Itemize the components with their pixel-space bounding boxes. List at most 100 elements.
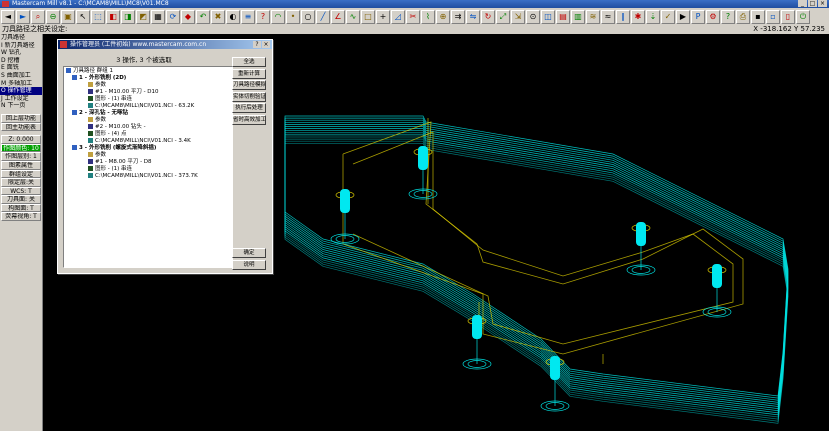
pocket-icon[interactable]: ▤ bbox=[556, 9, 570, 24]
operation-3[interactable]: 3 - 外形铣削 (螺旋式渐降斜插) bbox=[72, 145, 156, 152]
rotate-icon[interactable]: ↻ bbox=[481, 9, 495, 24]
operation-2-params[interactable]: 参数 bbox=[88, 117, 106, 124]
exit-icon[interactable]: ⏻ bbox=[796, 9, 810, 24]
menu-item-9[interactable]: N 下一页 bbox=[0, 102, 42, 110]
layer-icon[interactable]: ≡ bbox=[241, 9, 255, 24]
curve-icon[interactable]: ∿ bbox=[346, 9, 360, 24]
status-item-9[interactable]: 荧幕视角: T bbox=[1, 212, 41, 222]
radial-icon[interactable]: ✱ bbox=[631, 9, 645, 24]
status-item-5[interactable]: 限定层:关 bbox=[1, 178, 41, 187]
scale-icon[interactable]: ⤢ bbox=[496, 9, 510, 24]
status-item-2[interactable]: 作图层别: 1 bbox=[1, 152, 41, 161]
post-button[interactable]: 执行后处理 bbox=[232, 103, 266, 113]
cube-side-icon[interactable]: ◩ bbox=[136, 9, 150, 24]
menu-item-8[interactable]: J 工作设定 bbox=[0, 95, 42, 103]
select-all-button[interactable]: 全选 bbox=[232, 57, 266, 67]
line-icon[interactable]: ╱ bbox=[316, 9, 330, 24]
arc-icon[interactable]: ◠ bbox=[271, 9, 285, 24]
menu-item-1[interactable]: I 新刀具路径 bbox=[0, 42, 42, 50]
backplot-button[interactable]: 刀具路径模拟 bbox=[232, 80, 266, 90]
cube-iso-icon[interactable]: ⬚ bbox=[91, 9, 105, 24]
analyze-icon[interactable]: ? bbox=[256, 9, 270, 24]
regenerate-button[interactable]: 重新计算 bbox=[232, 68, 266, 79]
post-icon[interactable]: P bbox=[691, 9, 705, 24]
operation-1-nci[interactable]: C:\MCAM8\MILL\NCI\V01.NCI - 63.2K bbox=[88, 103, 194, 110]
maximize-button[interactable]: □ bbox=[808, 0, 817, 7]
line-angle-icon[interactable]: ∠ bbox=[331, 9, 345, 24]
zoom-out-icon[interactable]: ⊖ bbox=[46, 9, 60, 24]
ok-button[interactable]: 确定 bbox=[232, 248, 266, 258]
main-menu-button[interactable]: 回主功能表 bbox=[1, 122, 41, 132]
verify-icon[interactable]: ✓ bbox=[661, 9, 675, 24]
verify-button[interactable]: 实体切削验证 bbox=[232, 91, 266, 102]
help-button[interactable]: ? bbox=[253, 41, 261, 48]
help-icon[interactable]: ? bbox=[721, 9, 735, 24]
menu-item-3[interactable]: D 挖槽 bbox=[0, 57, 42, 65]
undo-icon[interactable]: ↶ bbox=[196, 9, 210, 24]
save-icon[interactable]: ▪ bbox=[751, 9, 765, 24]
delete-icon[interactable]: ✖ bbox=[211, 9, 225, 24]
project-icon[interactable]: ⇣ bbox=[646, 9, 660, 24]
zoom-icon[interactable]: ⌕ bbox=[31, 9, 45, 24]
cube-view-icon[interactable]: ▦ bbox=[151, 9, 165, 24]
menu-item-7[interactable]: O 操作管理 bbox=[0, 87, 42, 95]
flowline-icon[interactable]: ≈ bbox=[601, 9, 615, 24]
operation-3-tool[interactable]: #1 - M8.00 平刀 - D8 bbox=[88, 159, 152, 166]
menu-item-5[interactable]: S 曲面加工 bbox=[0, 72, 42, 80]
operation-1[interactable]: 1 - 外形铣削 (2D) bbox=[72, 75, 126, 82]
minimize-button[interactable]: _ bbox=[798, 0, 807, 7]
translate-icon[interactable]: ⇲ bbox=[511, 9, 525, 24]
settings-icon[interactable]: ⚙ bbox=[706, 9, 720, 24]
operation-2-tool[interactable]: #2 - M10.00 钻头 - bbox=[88, 124, 146, 131]
status-item-4[interactable]: 群组设定 bbox=[1, 169, 41, 179]
status-item-7[interactable]: 刀具面: 关 bbox=[1, 195, 41, 204]
open-icon[interactable]: ▫ bbox=[766, 9, 780, 24]
face-icon[interactable]: ▥ bbox=[571, 9, 585, 24]
cube-rotate-icon[interactable]: ⟳ bbox=[166, 9, 180, 24]
status-item-6[interactable]: WCS: T bbox=[1, 186, 41, 196]
back-button[interactable]: 回上层功能 bbox=[1, 113, 41, 123]
cube-front-icon[interactable]: ◨ bbox=[121, 9, 135, 24]
operation-1-tool[interactable]: #1 - M10.00 平刀 - D10 bbox=[88, 89, 159, 96]
status-item-1[interactable]: 作图颜色: 10 bbox=[1, 143, 41, 153]
operations-tree[interactable]: 刀具路径 群组 1 1 - 外形铣削 (2D) 参数 #1 - M10.00 平… bbox=[63, 66, 233, 268]
break-icon[interactable]: ⌇ bbox=[421, 9, 435, 24]
arrow-right-icon[interactable]: ► bbox=[16, 9, 30, 24]
menu-item-2[interactable]: W 钻孔 bbox=[0, 49, 42, 57]
operation-1-geometry[interactable]: 图形 - (1) 串连 bbox=[88, 96, 132, 103]
join-icon[interactable]: ⊕ bbox=[436, 9, 450, 24]
status-item-0[interactable]: Z: 0.000 bbox=[1, 135, 41, 144]
drill-icon[interactable]: ⊙ bbox=[526, 9, 540, 24]
help-text-button[interactable]: 说明 bbox=[232, 260, 266, 270]
contour-icon[interactable]: ◫ bbox=[541, 9, 555, 24]
select-icon[interactable]: ↖ bbox=[76, 9, 90, 24]
menu-item-4[interactable]: E 面铣 bbox=[0, 64, 42, 72]
rect-icon[interactable]: □ bbox=[361, 9, 375, 24]
operation-1-params[interactable]: 参数 bbox=[88, 82, 106, 89]
color-icon[interactable]: ◐ bbox=[226, 9, 240, 24]
chamfer-icon[interactable]: ◿ bbox=[391, 9, 405, 24]
surface-icon[interactable]: ≋ bbox=[586, 9, 600, 24]
high-speed-button[interactable]: 省时高效加工 bbox=[232, 114, 266, 125]
operation-2-nci[interactable]: C:\MCAM8\MILL\NCI\V01.NCI - 3.4K bbox=[88, 138, 191, 145]
parallel-icon[interactable]: ∥ bbox=[616, 9, 630, 24]
point-icon[interactable]: • bbox=[286, 9, 300, 24]
trim-icon[interactable]: ✂ bbox=[406, 9, 420, 24]
operation-3-nci[interactable]: C:\MCAM8\MILL\NCI\V01.NCI - 373.7K bbox=[88, 173, 198, 180]
print-icon[interactable]: ⎙ bbox=[736, 9, 750, 24]
arrow-left-icon[interactable]: ◄ bbox=[1, 9, 15, 24]
cube-top-icon[interactable]: ◧ bbox=[106, 9, 120, 24]
close-button[interactable]: × bbox=[818, 0, 827, 7]
circle-icon[interactable]: ○ bbox=[301, 9, 315, 24]
backplot-icon[interactable]: ▶ bbox=[676, 9, 690, 24]
cube-shade-icon[interactable]: ◆ bbox=[181, 9, 195, 24]
dialog-close-button[interactable]: × bbox=[262, 41, 270, 48]
status-item-8[interactable]: 构图面: T bbox=[1, 203, 41, 213]
operation-2-geometry[interactable]: 图形 - (4) 点 bbox=[88, 131, 127, 138]
new-icon[interactable]: ▯ bbox=[781, 9, 795, 24]
operation-2[interactable]: 2 - 深孔钻 - 无啄钻 bbox=[72, 110, 128, 117]
fit-icon[interactable]: ▣ bbox=[61, 9, 75, 24]
status-item-3[interactable]: 图素属性 bbox=[1, 160, 41, 170]
plus-icon[interactable]: + bbox=[376, 9, 390, 24]
mirror-icon[interactable]: ⇋ bbox=[466, 9, 480, 24]
